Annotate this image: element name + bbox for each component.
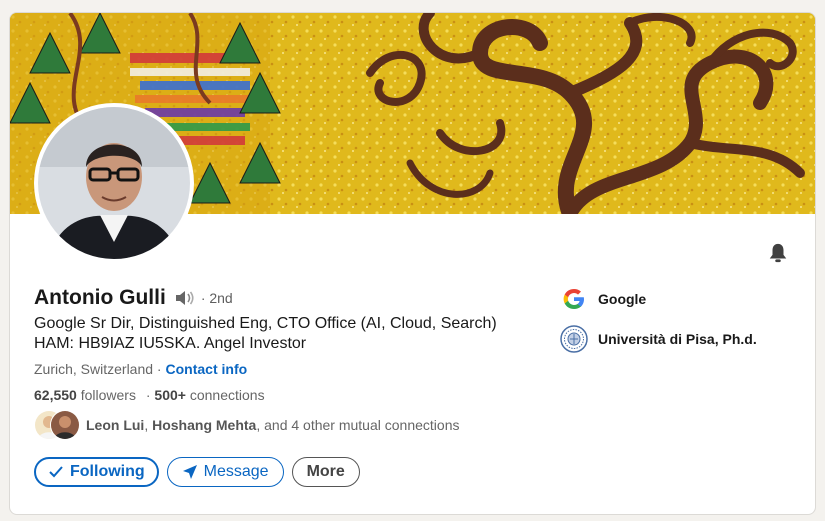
mutual-avatars [34,410,80,440]
location-separator: · [153,361,166,377]
speaker-icon[interactable] [174,289,196,307]
connections-link[interactable]: 500+ connections [154,387,264,403]
mutual-name-2: Hoshang Mehta [152,417,257,433]
stats-separator: · [145,387,151,403]
headline-line-1: Google Sr Dir, Distinguished Eng, CTO Of… [34,315,497,332]
profile-headline: Google Sr Dir, Distinguished Eng, CTO Of… [34,314,524,354]
profile-location: Zurich, Switzerland [34,361,154,377]
connection-degree: · 2nd [200,290,233,306]
bell-icon[interactable] [764,239,792,267]
mutual-connections-text: Leon Lui, Hoshang Mehta, and 4 other mut… [86,417,459,433]
connections-label: connections [185,387,265,403]
mutual-rest: , and 4 other mutual connections [256,417,460,433]
message-label: Message [203,463,269,480]
profile-photo-image [38,107,190,259]
profile-photo[interactable] [34,103,194,263]
avatar [50,410,80,440]
university-seal-icon [560,325,588,353]
check-icon [49,466,63,478]
stats-row: 62,550 followers · 500+ connections [34,387,265,403]
followers-link[interactable]: 62,550 followers [34,387,136,403]
contact-info-link[interactable]: Contact info [166,361,248,377]
following-label: Following [70,463,145,480]
message-button[interactable]: Message [166,457,284,487]
followers-label: followers [76,387,136,403]
profile-card: Antonio Gulli · 2nd Google Sr Dir, Disti… [9,12,816,515]
experience-label: Università di Pisa, Ph.d. [598,331,757,347]
mutual-name-1: Leon Lui [86,417,145,433]
name-row: Antonio Gulli · 2nd [34,286,233,310]
more-button[interactable]: More [291,457,360,487]
experience-item-google[interactable]: Google [560,286,757,312]
profile-actions: Following Message More [34,457,360,487]
followers-count: 62,550 [34,387,77,403]
google-logo-icon [560,285,588,313]
connections-count: 500+ [154,387,186,403]
mutual-connections[interactable]: Leon Lui, Hoshang Mehta, and 4 other mut… [34,410,459,440]
experience-summary: Google Università di Pisa, Ph.d. [560,286,757,366]
mutual-separator: , [144,417,153,433]
experience-item-university[interactable]: Università di Pisa, Ph.d. [560,325,757,353]
headline-line-2: HAM: HB9IAZ IU5SKA. Angel Investor [34,335,307,352]
following-button[interactable]: Following [34,457,159,487]
location-row: Zurich, Switzerland · Contact info [34,361,247,377]
profile-name: Antonio Gulli [34,286,166,309]
send-icon [182,465,197,479]
more-label: More [306,463,345,480]
experience-label: Google [598,291,647,307]
